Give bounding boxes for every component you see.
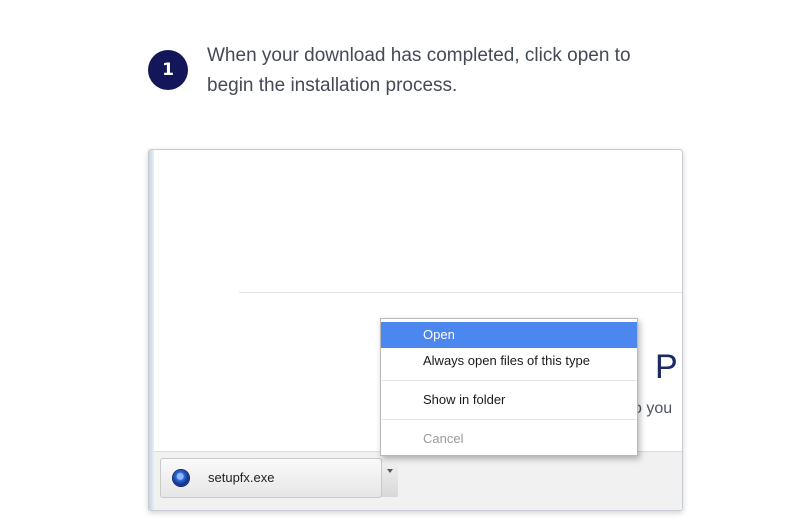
- download-item[interactable]: setupfx.exe: [160, 458, 398, 498]
- menu-item-open[interactable]: Open: [381, 322, 637, 348]
- blue-orb-icon: [173, 470, 189, 486]
- menu-separator: [382, 380, 636, 381]
- step-number-badge: 1: [148, 50, 188, 90]
- download-item-open[interactable]: setupfx.exe: [161, 459, 381, 497]
- download-shelf: setupfx.exe: [154, 451, 682, 510]
- step-instruction: When your download has completed, click …: [207, 45, 631, 96]
- menu-item-always-open[interactable]: Always open files of this type: [381, 348, 637, 374]
- menu-item-show-in-folder[interactable]: Show in folder: [381, 387, 637, 413]
- chevron-down-icon: [387, 469, 393, 473]
- menu-item-cancel[interactable]: Cancel: [381, 426, 637, 452]
- download-context-menu: Open Always open files of this type Show…: [380, 318, 638, 456]
- menu-separator: [382, 419, 636, 420]
- download-menu-button[interactable]: [381, 459, 398, 497]
- page-heading-fragment: P: [655, 348, 678, 386]
- download-file-name: setupfx.exe: [208, 470, 275, 485]
- browser-screenshot: P o you setupfx.exe Open Always open fil…: [148, 149, 683, 511]
- page-subtext-fragment: o you: [633, 400, 673, 417]
- page-divider: [239, 292, 682, 293]
